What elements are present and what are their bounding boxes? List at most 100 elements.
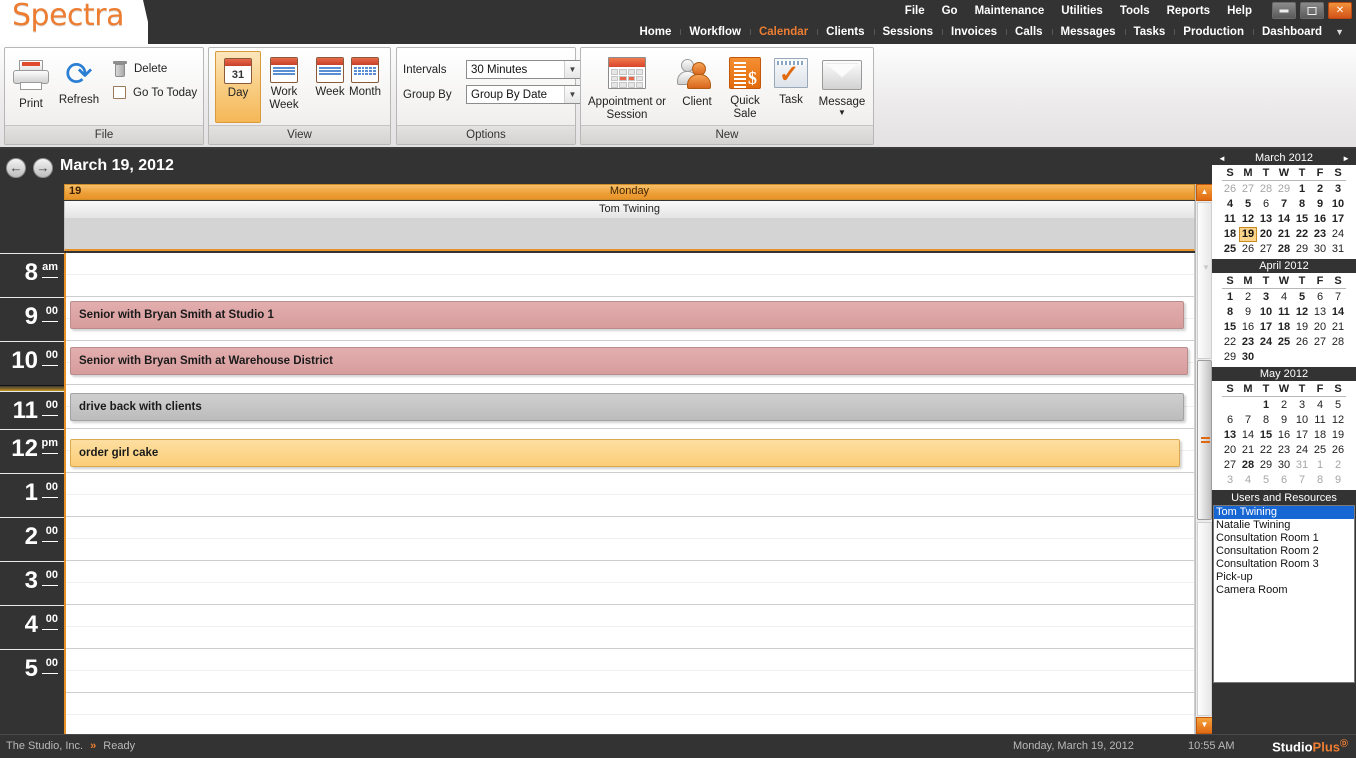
mini-cal-day[interactable]: 7	[1239, 413, 1257, 428]
grid-halfhour[interactable]	[66, 539, 1194, 561]
refresh-button[interactable]: ⟳ Refresh	[55, 57, 103, 107]
tab-home[interactable]: Home	[630, 26, 680, 38]
tab-messages[interactable]: Messages	[1051, 26, 1125, 38]
mini-cal-day[interactable]: 14	[1239, 428, 1257, 443]
mini-cal-day[interactable]: 30	[1275, 458, 1293, 473]
new-appointment-button[interactable]: Appointment or Session	[587, 56, 667, 122]
view-day-button[interactable]: 31 Day	[215, 51, 261, 123]
tab-calendar[interactable]: Calendar	[749, 26, 817, 38]
tab-workflow[interactable]: Workflow	[680, 26, 750, 38]
mini-cal-day[interactable]: 18	[1275, 320, 1293, 335]
mini-cal-day[interactable]: 10	[1257, 305, 1275, 320]
mini-cal-day[interactable]: 30	[1239, 350, 1257, 365]
tab-calls[interactable]: Calls	[1006, 26, 1052, 38]
mini-cal-day[interactable]: 17	[1329, 212, 1347, 227]
new-message-button[interactable]: Message ▼	[814, 60, 870, 117]
mini-cal-day[interactable]: 21	[1329, 320, 1347, 335]
mini-cal-day[interactable]: 5	[1293, 290, 1311, 305]
mini-cal-day[interactable]: 27	[1257, 242, 1275, 257]
mini-cal-day[interactable]: 18	[1311, 428, 1329, 443]
mini-cal-day[interactable]: 15	[1293, 212, 1311, 227]
new-task-button[interactable]: ✓ Task	[771, 58, 811, 107]
grid-halfhour[interactable]	[66, 473, 1194, 495]
mini-cal-day[interactable]: 6	[1257, 197, 1275, 212]
tab-dashboard[interactable]: Dashboard	[1253, 26, 1331, 38]
mini-cal-day[interactable]: 4	[1311, 398, 1329, 413]
mini-cal-day-selected[interactable]: 19	[1239, 227, 1257, 242]
tab-sessions[interactable]: Sessions	[873, 26, 943, 38]
mini-cal-day[interactable]: 15	[1257, 428, 1275, 443]
mini-cal-day[interactable]: 3	[1329, 182, 1347, 197]
mini-cal-day[interactable]: 4	[1221, 197, 1239, 212]
mini-cal-day[interactable]: 12	[1329, 413, 1347, 428]
mini-cal-day[interactable]: 24	[1293, 443, 1311, 458]
maximize-icon[interactable]	[1300, 2, 1324, 19]
menu-item-tools[interactable]: Tools	[1120, 5, 1150, 17]
previous-day-button[interactable]: ←	[6, 158, 26, 178]
mini-cal-day[interactable]: 1	[1293, 182, 1311, 197]
mini-cal-day[interactable]: 2	[1329, 458, 1347, 473]
mini-cal-day[interactable]: 22	[1221, 335, 1239, 350]
tab-tasks[interactable]: Tasks	[1124, 26, 1175, 38]
new-quick-sale-button[interactable]: $ Quick Sale	[723, 57, 767, 121]
mini-cal-day[interactable]: 12	[1293, 305, 1311, 320]
mini-cal-day[interactable]: 14	[1329, 305, 1347, 320]
mini-cal-day[interactable]: 16	[1311, 212, 1329, 227]
menu-item-maintenance[interactable]: Maintenance	[975, 5, 1045, 17]
resource-item[interactable]: Pick-up	[1214, 571, 1354, 584]
mini-cal-day[interactable]: 6	[1221, 413, 1239, 428]
mini-cal-day[interactable]: 13	[1257, 212, 1275, 227]
new-client-button[interactable]: Client	[673, 56, 721, 109]
scroll-down-button[interactable]: ▼	[1196, 717, 1213, 734]
mini-cal-day[interactable]: 8	[1293, 197, 1311, 212]
grid-halfhour[interactable]	[66, 693, 1194, 715]
mini-cal-day[interactable]: 9	[1239, 305, 1257, 320]
mini-cal-day[interactable]: 17	[1293, 428, 1311, 443]
group-by-select[interactable]: Group By Date ▼	[466, 85, 581, 104]
mini-cal-day[interactable]: 3	[1221, 473, 1239, 488]
mini-cal-day[interactable]: 5	[1239, 197, 1257, 212]
grid-halfhour[interactable]	[66, 495, 1194, 517]
mini-cal-day[interactable]: 22	[1257, 443, 1275, 458]
mini-cal-day[interactable]: 28	[1329, 335, 1347, 350]
mini-cal-day[interactable]: 11	[1311, 413, 1329, 428]
mini-cal-day[interactable]: 27	[1239, 182, 1257, 197]
chevron-down-icon[interactable]: ▼	[814, 109, 870, 117]
mini-cal-day[interactable]: 26	[1329, 443, 1347, 458]
mini-cal-day[interactable]: 7	[1293, 473, 1311, 488]
mini-cal-day[interactable]: 8	[1221, 305, 1239, 320]
mini-cal-day[interactable]: 20	[1221, 443, 1239, 458]
mini-cal-day[interactable]: 31	[1329, 242, 1347, 257]
mini-cal-day[interactable]: 1	[1221, 290, 1239, 305]
mini-cal-next-icon[interactable]: ►	[1342, 154, 1350, 163]
mini-cal-day[interactable]: 22	[1293, 227, 1311, 242]
resource-item[interactable]: Consultation Room 3	[1214, 558, 1354, 571]
resource-item[interactable]: Camera Room	[1214, 584, 1354, 597]
grid-halfhour[interactable]	[66, 253, 1194, 275]
mini-cal-day[interactable]: 26	[1221, 182, 1239, 197]
mini-cal-day[interactable]: 6	[1311, 290, 1329, 305]
calendar-grid[interactable]: Senior with Bryan Smith at Studio 1 Seni…	[64, 253, 1195, 734]
mini-cal-day[interactable]: 2	[1239, 290, 1257, 305]
mini-cal-day[interactable]: 10	[1329, 197, 1347, 212]
mini-cal-day[interactable]: 28	[1257, 182, 1275, 197]
menu-item-utilities[interactable]: Utilities	[1061, 5, 1103, 17]
grid-halfhour[interactable]	[66, 605, 1194, 627]
mini-cal-day[interactable]: 19	[1293, 320, 1311, 335]
mini-cal-day[interactable]: 29	[1293, 242, 1311, 257]
tab-clients[interactable]: Clients	[817, 26, 873, 38]
mini-cal-day[interactable]: 27	[1311, 335, 1329, 350]
tab-production[interactable]: Production	[1174, 26, 1253, 38]
mini-cal-day[interactable]: 29	[1221, 350, 1239, 365]
mini-cal-day[interactable]: 20	[1311, 320, 1329, 335]
next-day-button[interactable]: →	[33, 158, 53, 178]
mini-cal-day[interactable]: 24	[1257, 335, 1275, 350]
appointment-block[interactable]: Senior with Bryan Smith at Studio 1	[70, 301, 1184, 329]
menu-item-help[interactable]: Help	[1227, 5, 1252, 17]
menu-item-reports[interactable]: Reports	[1167, 5, 1210, 17]
appointment-block[interactable]: order girl cake	[70, 439, 1180, 467]
grid-halfhour[interactable]	[66, 275, 1194, 297]
mini-cal-day[interactable]: 14	[1275, 212, 1293, 227]
grid-halfhour[interactable]	[66, 649, 1194, 671]
mini-cal-day[interactable]: 26	[1239, 242, 1257, 257]
